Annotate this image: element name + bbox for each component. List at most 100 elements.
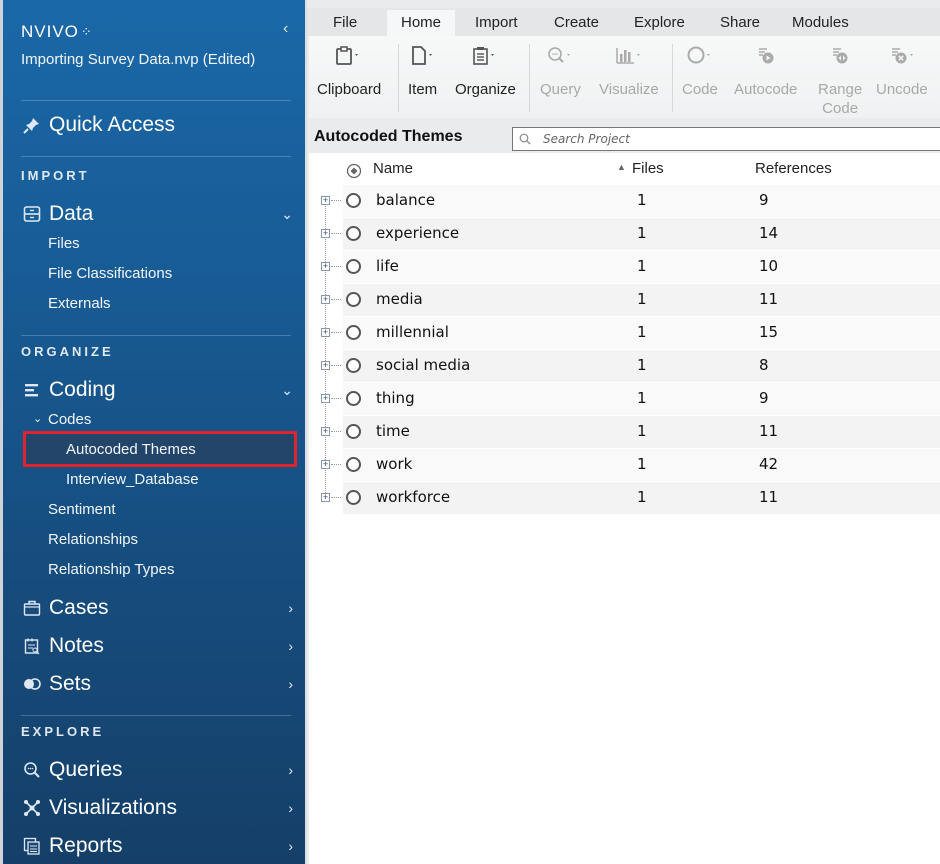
chevron-left-icon[interactable]: ‹ <box>283 20 288 38</box>
column-header-name[interactable]: Name <box>373 160 413 177</box>
tab-explore[interactable]: Explore <box>634 12 685 33</box>
expand-icon[interactable]: + <box>321 328 330 337</box>
sidebar-item-relationships[interactable]: Relationships <box>48 531 138 548</box>
chevron-right-icon[interactable]: › <box>288 762 293 778</box>
uncode-button[interactable]: Uncode <box>876 44 928 99</box>
tree-connector <box>331 266 341 267</box>
expand-icon[interactable]: + <box>321 460 330 469</box>
sidebar-item-relationship-types[interactable]: Relationship Types <box>48 561 174 578</box>
tree-connector <box>325 305 326 328</box>
expand-icon[interactable]: + <box>321 262 330 271</box>
notes-icon <box>21 635 43 657</box>
sidebar-item-quick-access[interactable]: Quick Access <box>21 110 295 140</box>
code-button[interactable]: Code <box>682 44 718 99</box>
sidebar-item-codes[interactable]: Codes <box>48 411 91 428</box>
autocode-button[interactable]: Autocode <box>734 44 797 99</box>
clipboard-button[interactable]: Clipboard <box>317 44 381 99</box>
references-count: 14 <box>759 224 779 242</box>
item-button[interactable]: Item <box>408 44 437 99</box>
sidebar-item-coding[interactable]: Coding ⌄ <box>21 375 295 405</box>
column-header-files[interactable]: Files <box>632 160 664 177</box>
expand-icon[interactable]: + <box>321 361 330 370</box>
column-header-references[interactable]: References <box>755 160 832 177</box>
tab-create[interactable]: Create <box>554 12 599 33</box>
references-count: 42 <box>759 455 779 473</box>
sidebar-item-label: Notes <box>49 634 104 657</box>
query-button[interactable]: Query <box>540 44 581 99</box>
sidebar-item-label: Visualizations <box>49 796 178 819</box>
sidebar-item-data[interactable]: Data ⌄ <box>21 199 295 229</box>
sidebar: NVIVO ⁘ ‹ Importing Survey Data.nvp (Edi… <box>0 0 305 864</box>
sidebar-item-cases[interactable]: Cases › <box>21 593 295 623</box>
main-area: File Home Import Create Explore Share Mo… <box>305 0 940 864</box>
expand-icon[interactable]: + <box>321 427 330 436</box>
tab-import[interactable]: Import <box>475 12 518 33</box>
sidebar-item-externals[interactable]: Externals <box>48 295 111 312</box>
sidebar-item-sentiment[interactable]: Sentiment <box>48 501 116 518</box>
tree-connector <box>325 437 326 460</box>
code-name: thing <box>376 389 415 407</box>
range-code-button[interactable]: Range Code <box>818 44 862 118</box>
list-item[interactable]: time 1 11 <box>343 416 940 448</box>
code-node-icon <box>346 325 361 340</box>
sidebar-item-notes[interactable]: Notes › <box>21 631 295 661</box>
chevron-right-icon[interactable]: › <box>288 638 293 654</box>
files-count: 1 <box>637 323 647 341</box>
bar-chart-icon <box>614 44 644 68</box>
list-item[interactable]: millennial 1 15 <box>343 317 940 349</box>
sidebar-item-sets[interactable]: Sets › <box>21 669 295 699</box>
sort-ascending-icon: ▲ <box>617 162 626 172</box>
tab-modules[interactable]: Modules <box>792 12 849 33</box>
list-item[interactable]: work 1 42 <box>343 449 940 481</box>
chevron-down-icon[interactable]: ⌄ <box>33 412 42 425</box>
expand-icon[interactable]: + <box>321 229 330 238</box>
list-item[interactable]: workforce 1 11 <box>343 482 940 514</box>
list-item[interactable]: experience 1 14 <box>343 218 940 250</box>
chevron-down-icon[interactable]: ⌄ <box>281 206 293 223</box>
sidebar-item-label: Queries <box>49 758 123 781</box>
expand-icon[interactable]: + <box>321 394 330 403</box>
search-box[interactable] <box>512 127 940 151</box>
organize-button[interactable]: Organize <box>455 44 516 99</box>
files-count: 1 <box>637 389 647 407</box>
code-name: media <box>376 290 423 308</box>
tab-home[interactable]: Home <box>387 10 456 38</box>
tree-connector <box>331 365 341 366</box>
list-item[interactable]: social media 1 8 <box>343 350 940 382</box>
sidebar-item-files[interactable]: Files <box>48 235 80 252</box>
sidebar-item-queries[interactable]: Queries › <box>21 755 295 785</box>
list-item[interactable]: media 1 11 <box>343 284 940 316</box>
sidebar-item-interview-database[interactable]: Interview_Database <box>66 471 199 488</box>
sidebar-item-file-classifications[interactable]: File Classifications <box>48 265 172 282</box>
chevron-right-icon[interactable]: › <box>288 800 293 816</box>
list-item[interactable]: thing 1 9 <box>343 383 940 415</box>
tab-share[interactable]: Share <box>720 12 760 33</box>
divider <box>21 156 291 157</box>
code-node-icon <box>346 292 361 307</box>
search-input[interactable] <box>543 132 923 146</box>
chevron-right-icon[interactable]: › <box>288 676 293 692</box>
code-name: time <box>376 422 410 440</box>
list-item[interactable]: balance 1 9 <box>343 185 940 217</box>
code-node-icon <box>346 424 361 439</box>
list-item[interactable]: life 1 10 <box>343 251 940 283</box>
expand-icon[interactable]: + <box>321 493 330 502</box>
chevron-down-icon[interactable]: ⌄ <box>281 382 293 399</box>
references-count: 15 <box>759 323 779 341</box>
expand-icon[interactable]: + <box>321 295 330 304</box>
expand-icon[interactable]: + <box>321 196 330 205</box>
chevron-right-icon[interactable]: › <box>288 600 293 616</box>
sidebar-item-reports[interactable]: Reports › <box>21 831 295 861</box>
sidebar-item-visualizations[interactable]: Visualizations › <box>21 793 295 823</box>
code-node-icon <box>346 358 361 373</box>
tab-file[interactable]: File <box>333 12 357 33</box>
files-count: 1 <box>637 290 647 308</box>
references-count: 10 <box>759 257 779 275</box>
code-name: balance <box>376 191 436 209</box>
code-name: social media <box>376 356 471 374</box>
visualize-button[interactable]: Visualize <box>599 44 659 99</box>
chevron-right-icon[interactable]: › <box>288 838 293 854</box>
sidebar-item-label: Sets <box>49 672 92 695</box>
sidebar-item-autocoded-themes[interactable]: Autocoded Themes <box>66 441 196 458</box>
add-column-icon[interactable] <box>346 163 362 183</box>
